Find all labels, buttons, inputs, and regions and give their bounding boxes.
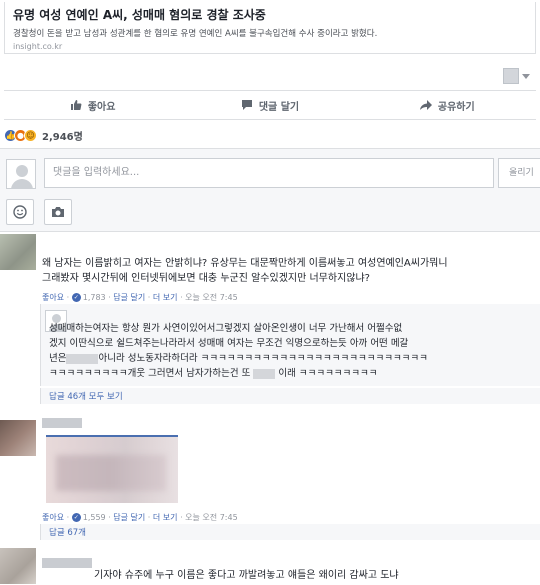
composer-avatar <box>6 159 36 189</box>
reply-text-line: 년은 아니라 성노동자라하더라 ㅋㅋㅋㅋㅋㅋㅋㅋㅋㅋㅋㅋㅋㅋㅋㅋㅋㅋㅋㅋㅋㅋㅋㅋㅋ… <box>49 352 428 366</box>
like-label: 좋아요 <box>87 101 116 113</box>
chevron-down-icon <box>522 73 530 79</box>
more-link[interactable]: 더 보기 <box>153 293 178 302</box>
share-button[interactable]: 공유하기 <box>359 91 536 119</box>
comment-meta: 좋아요 · ✓ 1,783 · 답글 달기 · 더 보기 · 오늘 오전 7:45 <box>42 293 238 302</box>
reply-thread: 성매매하는여자는 항상 뭔가 사연이있어서그렇겠지 살아온인생이 너무 가난해서… <box>40 304 540 386</box>
commenter-avatar[interactable] <box>0 234 36 270</box>
viewer-avatar <box>503 68 519 84</box>
post-comment-button[interactable]: 올리기 <box>498 158 540 188</box>
like-count[interactable]: 1,559 <box>83 513 106 522</box>
commenter-avatar[interactable] <box>0 420 36 456</box>
photo-button[interactable] <box>44 199 72 225</box>
view-replies-link[interactable]: 답글 67개 <box>49 526 86 538</box>
comment-input[interactable]: 댓글을 입력하세요... <box>44 158 494 188</box>
comment-composer: 댓글을 입력하세요... 올리기 <box>0 148 540 232</box>
link-title[interactable]: 유명 여성 연예인 A씨, 성매매 혐의로 경찰 조사중 <box>13 6 527 23</box>
like-button[interactable]: 좋아요 <box>4 91 181 119</box>
share-arrow-icon <box>419 100 432 110</box>
reply-text-fragment: 아니라 성노동자라하더라 ㅋㅋㅋㅋㅋㅋㅋㅋㅋㅋㅋㅋㅋㅋㅋㅋㅋㅋㅋㅋㅋㅋㅋㅋㅋㅋ <box>98 353 428 364</box>
thumbs-up-icon: ✓ <box>71 513 81 522</box>
view-replies-link[interactable]: 답글 46개 모두 보기 <box>49 390 123 402</box>
reply-text-fragment: ㅋㅋㅋㅋㅋㅋㅋㅋㅋ개웃 그러면서 남자가하는건 또 <box>49 368 251 379</box>
action-bar: 좋아요 댓글 달기 공유하기 <box>4 90 536 120</box>
view-replies-row: 답글 46개 모두 보기 <box>40 388 540 404</box>
comment-like-link[interactable]: 좋아요 <box>42 293 64 302</box>
view-replies-row: 답글 67개 <box>40 524 540 540</box>
thumbs-up-icon: ✓ <box>71 293 81 302</box>
commenter-avatar[interactable] <box>0 548 36 584</box>
comment-text-line: 왜 남자는 이름밝히고 여자는 안밝히냐? 유상무는 대문짝만하게 이름써놓고 … <box>42 258 448 269</box>
reply-text-line: ㅋㅋㅋㅋㅋㅋㅋㅋㅋ개웃 그러면서 남자가하는건 또 이래 ㅋㅋㅋㅋㅋㅋㅋㅋㅋ <box>49 367 378 381</box>
commenter-name[interactable] <box>42 558 92 568</box>
link-preview[interactable]: 유명 여성 연예인 A씨, 성매매 혐의로 경찰 조사중 경찰청이 돈을 받고 … <box>4 2 536 54</box>
thumbs-up-icon <box>70 100 82 110</box>
comment-label: 댓글 달기 <box>258 101 300 113</box>
share-label: 공유하기 <box>437 101 475 113</box>
comment-time: 오늘 오전 7:45 <box>185 293 238 302</box>
reply-text-line: 성매매하는여자는 항상 뭔가 사연이있어서그렇겠지 살아온인생이 너무 가난해서… <box>49 323 403 334</box>
facebook-post: 유명 여성 연예인 A씨, 성매매 혐의로 경찰 조사중 경찰청이 돈을 받고 … <box>0 0 540 585</box>
redacted-text <box>253 368 276 379</box>
comment-button[interactable]: 댓글 달기 <box>181 91 358 119</box>
comment-text-line: 그래봤자 몇시간뒤에 인터넷뒤에보면 대충 누군진 알수있겠지만 너무하지않냐? <box>42 273 370 284</box>
reply-link[interactable]: 답글 달기 <box>113 513 145 522</box>
comment-time: 오늘 오전 7:45 <box>185 513 238 522</box>
commenter-name[interactable] <box>42 418 82 428</box>
like-count[interactable]: 1,783 <box>83 293 106 302</box>
comment-like-link[interactable]: 좋아요 <box>42 513 64 522</box>
viewer-switcher[interactable] <box>503 68 530 84</box>
haha-reaction-icon: ☺ <box>24 129 37 142</box>
reply-text-fragment: 년은 <box>49 353 67 364</box>
reply-link[interactable]: 답글 달기 <box>113 293 145 302</box>
comment-meta: 좋아요 · ✓ 1,559 · 답글 달기 · 더 보기 · 오늘 오전 7:45 <box>42 513 238 522</box>
reaction-summary[interactable]: 👍 ● ☺ 2,946명 <box>4 128 83 143</box>
more-link[interactable]: 더 보기 <box>153 513 178 522</box>
reply-text-fragment: 이래 ㅋㅋㅋㅋㅋㅋㅋㅋㅋ <box>278 368 378 379</box>
comment-image[interactable] <box>46 435 178 503</box>
comment-text-line: 기자야 슈주에 누구 이름은 좋다고 까발려놓고 얘들은 왜이리 감싸고 도냐 <box>94 570 399 581</box>
emoji-button[interactable] <box>6 199 34 225</box>
smiley-icon <box>13 205 27 219</box>
reaction-count[interactable]: 2,946명 <box>42 128 83 143</box>
camera-icon <box>52 207 64 217</box>
redacted-text <box>66 353 99 364</box>
comment-icon <box>241 100 252 110</box>
reply-text-line: 겠지 이딴식으로 쉴드쳐주는나라라서 성매매 여자는 무조건 익명으로하는듯 아… <box>49 338 409 349</box>
link-domain: insight.co.kr <box>13 42 63 51</box>
link-description: 경찰청이 돈을 받고 남성과 성관계를 한 혐의로 유명 연예인 A씨를 불구속… <box>13 29 378 39</box>
